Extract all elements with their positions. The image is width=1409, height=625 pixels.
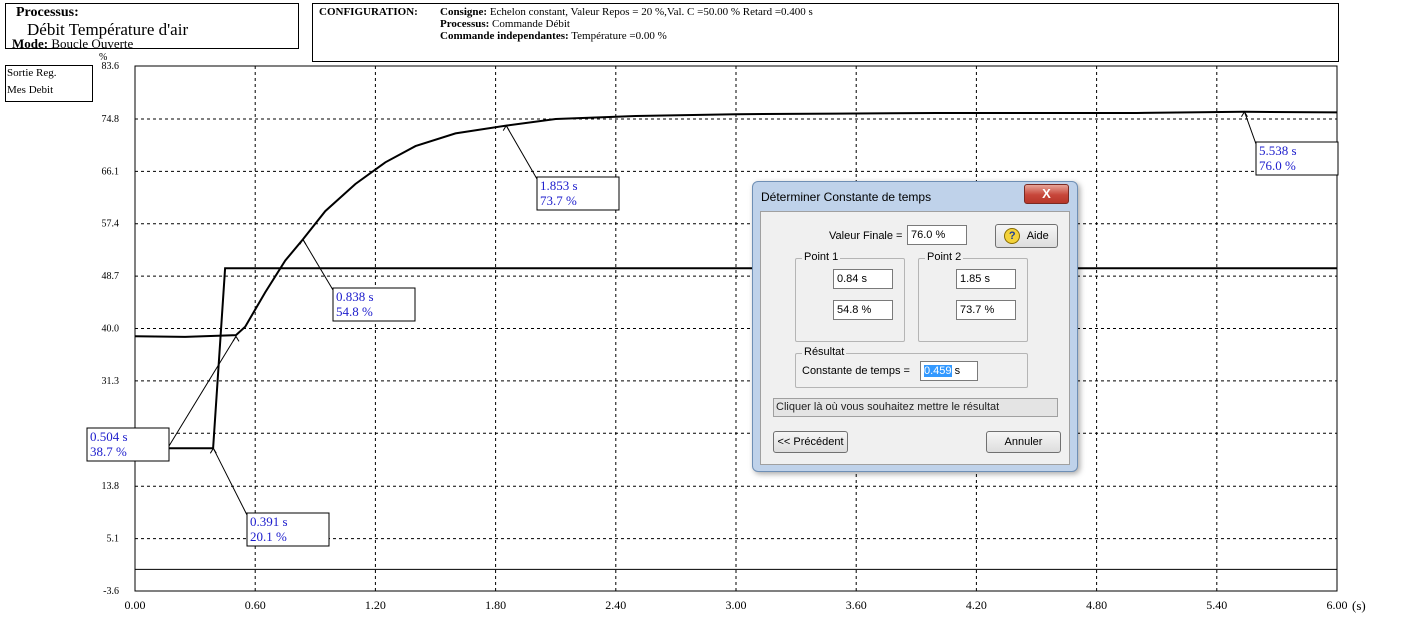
constante-field[interactable]: 0.459 s xyxy=(920,361,978,381)
x-tick-label: 0.00 xyxy=(125,598,146,612)
help-icon: ? xyxy=(1004,228,1021,245)
valeur-finale-field[interactable]: 76.0 % xyxy=(907,225,967,245)
dialog-title: Déterminer Constante de temps xyxy=(761,190,932,204)
point2-label: Point 2 xyxy=(925,251,964,263)
x-axis-label: (s) xyxy=(1352,598,1366,613)
point2-time-field[interactable]: 1.85 s xyxy=(956,269,1016,289)
y-axis-ticks: 83.674.866.157.448.740.031.322.613.85.1-… xyxy=(102,61,120,597)
annotation-value: 73.7 % xyxy=(540,193,577,208)
resultat-label: Résultat xyxy=(802,346,847,358)
constante-value: 0.459 xyxy=(924,365,952,377)
status-message: Cliquer là où vous souhaitez mettre le r… xyxy=(773,398,1058,417)
x-tick-label: 4.80 xyxy=(1086,598,1107,612)
close-icon: X xyxy=(1042,186,1051,201)
annotation-time: 0.504 s xyxy=(90,429,128,444)
y-tick-label: 48.7 xyxy=(102,271,120,282)
y-tick-label: 40.0 xyxy=(102,324,120,335)
y-tick-label: 74.8 xyxy=(102,114,120,125)
x-tick-label: 4.20 xyxy=(966,598,987,612)
constante-unit: s xyxy=(954,365,961,377)
annotation-time: 5.538 s xyxy=(1259,143,1297,158)
valeur-finale-label: Valeur Finale = xyxy=(829,230,903,242)
annotation-time: 0.391 s xyxy=(250,514,288,529)
aide-button[interactable]: ? Aide xyxy=(995,224,1058,248)
point2-group: Point 2 1.85 s 73.7 % xyxy=(918,251,1028,342)
annuler-button[interactable]: Annuler xyxy=(986,431,1061,453)
x-tick-label: 1.20 xyxy=(365,598,386,612)
x-tick-label: 5.40 xyxy=(1206,598,1227,612)
constante-label: Constante de temps = xyxy=(802,365,910,377)
x-axis-ticks: 0.00 0.60 1.20 1.80 2.40 3.00 3.60 4.20 4.80 5.40… xyxy=(125,598,1348,612)
x-tick-label: 0.60 xyxy=(245,598,266,612)
annotation-value: 38.7 % xyxy=(90,444,127,459)
resultat-group: Résultat Constante de temps = 0.459 s xyxy=(795,346,1028,388)
point1-group: Point 1 0.84 s 54.8 % xyxy=(795,251,905,342)
annotation-time: 0.838 s xyxy=(336,289,374,304)
y-tick-label: 31.3 xyxy=(102,376,120,387)
annotation-value: 54.8 % xyxy=(336,304,373,319)
x-tick-label: 1.80 xyxy=(485,598,506,612)
point1-value-field[interactable]: 54.8 % xyxy=(833,300,893,320)
y-tick-label: 13.8 xyxy=(102,481,120,492)
x-tick-label: 3.00 xyxy=(726,598,747,612)
dialog-body: Valeur Finale = 76.0 % ? Aide Point 1 0.… xyxy=(760,211,1070,465)
y-axis-label: % xyxy=(99,52,107,63)
chart-grid xyxy=(134,65,1338,592)
y-tick-label: 66.1 xyxy=(102,166,120,177)
point1-time-field[interactable]: 0.84 s xyxy=(833,269,893,289)
time-constant-dialog: Déterminer Constante de temps X Valeur F… xyxy=(752,181,1078,472)
point2-value-field[interactable]: 73.7 % xyxy=(956,300,1016,320)
aide-label: Aide xyxy=(1026,230,1049,242)
close-button[interactable]: X xyxy=(1024,184,1069,204)
y-tick-label: 57.4 xyxy=(102,219,120,230)
x-tick-label: 6.00 xyxy=(1327,598,1348,612)
x-tick-label: 3.60 xyxy=(846,598,867,612)
point1-label: Point 1 xyxy=(802,251,841,263)
y-tick-label: 5.1 xyxy=(107,534,120,545)
annotation-time: 1.853 s xyxy=(540,178,578,193)
annotation-value: 76.0 % xyxy=(1259,158,1296,173)
y-tick-label: -3.6 xyxy=(103,586,119,597)
chart-area: 83.674.866.157.448.740.031.322.613.85.1-… xyxy=(86,52,1366,613)
annotation-value: 20.1 % xyxy=(250,529,287,544)
x-tick-label: 2.40 xyxy=(605,598,626,612)
precedent-button[interactable]: << Précédent xyxy=(773,431,848,453)
